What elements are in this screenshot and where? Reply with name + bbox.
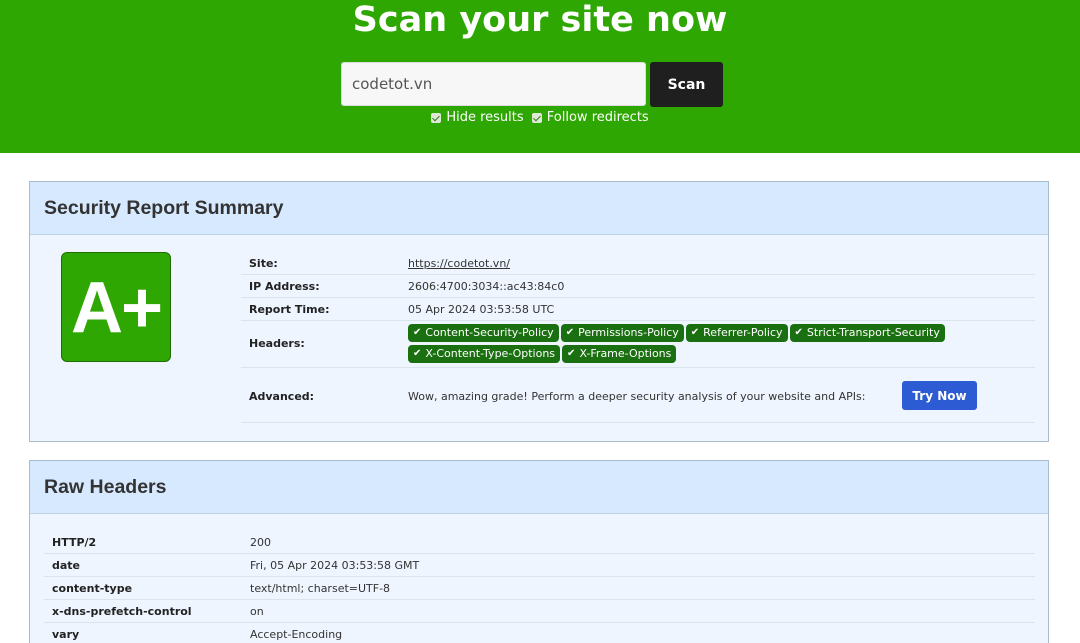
table-row: vary Accept-Encoding: [44, 623, 1035, 643]
check-icon: ✔: [690, 327, 700, 338]
check-icon: ✔: [567, 348, 576, 359]
header-value: on: [250, 605, 264, 618]
advanced-text: Wow, amazing grade! Perform a deeper sec…: [408, 390, 866, 403]
hide-results-label: Hide results: [446, 110, 524, 125]
scan-options: Hide results Follow redirects: [0, 109, 1080, 129]
table-row: HTTP/2 200: [44, 531, 1035, 554]
header-badge[interactable]: ✔ Strict-Transport-Security: [789, 324, 945, 342]
site-link[interactable]: https://codetot.vn/: [408, 257, 510, 270]
report-time-row: Report Time: 05 Apr 2024 03:53:58 UTC: [241, 298, 1035, 321]
advanced-label: Advanced:: [249, 390, 315, 403]
table-row: date Fri, 05 Apr 2024 03:53:58 GMT: [44, 554, 1035, 577]
ip-value: 2606:4700:3034::ac43:84c0: [408, 280, 565, 293]
check-icon: ✔: [413, 348, 422, 359]
follow-redirects-option[interactable]: Follow redirects: [531, 109, 649, 127]
headers-label: Headers:: [249, 337, 305, 350]
table-row: content-type text/html; charset=UTF-8: [44, 577, 1035, 600]
header-name: vary: [52, 628, 80, 641]
header-badge[interactable]: ✔ Content-Security-Policy: [408, 324, 559, 342]
scan-hero: Scan your site now Scan Hide results Fol…: [0, 0, 1080, 153]
check-icon: ✔: [413, 327, 422, 338]
panel-title: Security Report Summary: [30, 182, 1048, 235]
header-badge[interactable]: ✔ Referrer-Policy: [685, 324, 788, 342]
hide-results-option[interactable]: Hide results: [431, 109, 524, 127]
table-row: x-dns-prefetch-control on: [44, 600, 1035, 623]
grade-badge: A+: [61, 252, 171, 362]
header-name: x-dns-prefetch-control: [52, 605, 192, 618]
site-label: Site:: [249, 257, 278, 270]
scan-button[interactable]: Scan: [650, 62, 723, 107]
raw-headers-panel: Raw Headers HTTP/2 200 date Fri, 05 Apr …: [29, 460, 1049, 643]
ip-label: IP Address:: [249, 280, 320, 293]
site-row: Site: https://codetot.vn/: [241, 253, 1035, 275]
header-badge[interactable]: ✔ X-Frame-Options: [562, 345, 677, 363]
panel-title: Raw Headers: [30, 461, 1048, 514]
ip-row: IP Address: 2606:4700:3034::ac43:84c0: [241, 275, 1035, 298]
report-time-value: 05 Apr 2024 03:53:58 UTC: [408, 303, 555, 316]
header-badge[interactable]: ✔ Permissions-Policy: [560, 324, 684, 342]
site-url-input[interactable]: [341, 62, 646, 106]
headers-badges: ✔ Content-Security-Policy ✔ Permissions-Pol…: [408, 324, 1008, 365]
header-name: content-type: [52, 582, 133, 595]
follow-redirects-checkbox[interactable]: [531, 113, 542, 123]
headers-row: Headers: ✔ Content-Security-Policy ✔ Permis…: [241, 321, 1035, 368]
header-name: date: [52, 559, 81, 572]
header-value: text/html; charset=UTF-8: [250, 582, 391, 595]
check-icon: ✔: [565, 327, 575, 338]
report-time-label: Report Time:: [249, 303, 330, 316]
header-badge[interactable]: ✔ X-Content-Type-Options: [408, 345, 561, 363]
hide-results-checkbox[interactable]: [431, 113, 442, 123]
header-value: Fri, 05 Apr 2024 03:53:58 GMT: [250, 559, 420, 572]
header-name: HTTP/2: [52, 536, 97, 549]
header-value: 200: [250, 536, 271, 549]
header-value: Accept-Encoding: [250, 628, 343, 641]
try-now-button[interactable]: Try Now: [902, 381, 977, 410]
follow-redirects-label: Follow redirects: [546, 110, 649, 125]
hero-title: Scan your site now: [352, 0, 728, 40]
security-report-summary-panel: Security Report Summary A+ Site: https:/…: [29, 181, 1049, 442]
check-icon: ✔: [794, 327, 803, 338]
